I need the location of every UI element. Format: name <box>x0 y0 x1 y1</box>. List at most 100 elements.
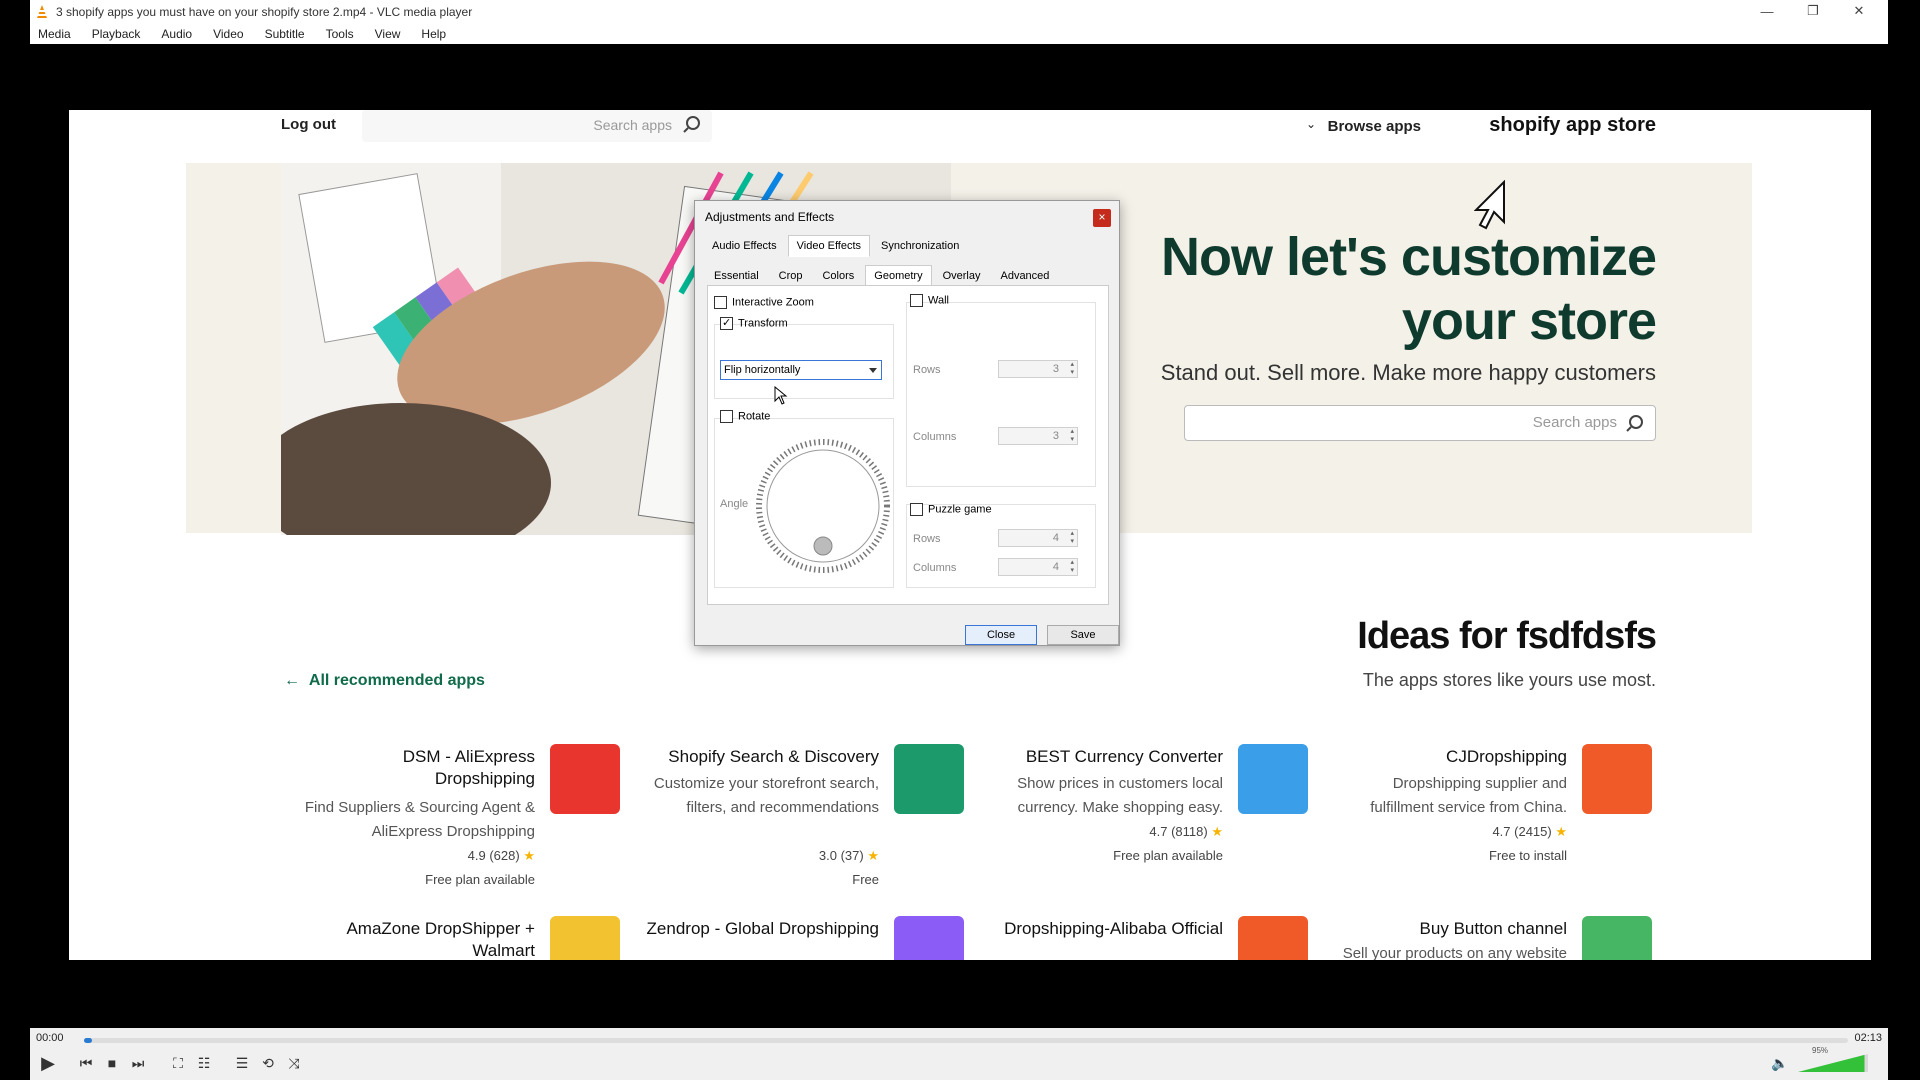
play-icon: ▶ <box>41 1052 55 1073</box>
restore-button[interactable]: ❐ <box>1790 0 1836 22</box>
hero-subtitle: Stand out. Sell more. Make more happy cu… <box>1160 360 1656 385</box>
interactive-zoom-option[interactable]: Interactive Zoom <box>714 296 814 309</box>
previous-icon: ⏮ <box>79 1054 93 1071</box>
adjustments-effects-dialog: Adjustments and Effects × Audio Effects … <box>694 200 1120 646</box>
app-name: Buy Button channel <box>1419 919 1567 938</box>
app-name: CJDropshipping <box>1446 747 1567 766</box>
app-desc: Sell your products on any website <box>1342 945 1567 960</box>
shuffle-button[interactable]: ⤨ <box>282 1052 306 1074</box>
menu-audio[interactable]: Audio <box>161 27 192 41</box>
loop-button[interactable]: ⟲ <box>256 1052 280 1074</box>
menu-media[interactable]: Media <box>38 27 71 41</box>
star-icon: ★ <box>867 848 879 863</box>
dialog-close-icon[interactable]: × <box>1093 209 1111 227</box>
shopify-logo: shopify app store <box>1489 114 1656 136</box>
angle-dial[interactable] <box>753 436 893 576</box>
all-recommended-label: All recommended apps <box>308 672 485 689</box>
chevron-down-icon: ⌄ <box>1305 117 1316 131</box>
app-name: Dropshipping-Alibaba Official <box>1004 919 1223 938</box>
transform-option[interactable]: Transform <box>720 316 788 330</box>
seek-bar-fill <box>84 1038 92 1043</box>
video-shopify-header: shopify app store Browse apps ⌄ Search a… <box>69 110 1871 158</box>
wall-group <box>906 302 1096 487</box>
menu-help[interactable]: Help <box>421 27 446 41</box>
app-icon <box>550 744 620 814</box>
star-icon: ★ <box>1555 824 1567 839</box>
tab-synchronization[interactable]: Synchronization <box>872 235 968 257</box>
subtab-overlay[interactable]: Overlay <box>934 265 990 287</box>
volume-slider[interactable]: 95% <box>1798 1046 1868 1072</box>
puzzle-columns-spinner[interactable]: 4 <box>998 558 1078 576</box>
tab-audio-effects[interactable]: Audio Effects <box>703 235 786 257</box>
fullscreen-button[interactable]: ⛶ <box>166 1052 190 1074</box>
playlist-button[interactable]: ☰ <box>230 1052 254 1074</box>
subtab-colors[interactable]: Colors <box>813 265 863 287</box>
menu-playback[interactable]: Playback <box>92 27 141 41</box>
puzzle-checkbox[interactable] <box>910 503 923 516</box>
wall-columns-spinner[interactable]: 3 <box>998 427 1078 445</box>
time-current: 00:00 <box>36 1032 64 1044</box>
menu-tools[interactable]: Tools <box>326 27 354 41</box>
menu-video[interactable]: Video <box>213 27 243 41</box>
app-name: Shopify Search & Discovery <box>668 747 879 766</box>
speaker-icon: 🔈 <box>1771 1054 1789 1071</box>
app-card: Zendrop - Global Dropshipping <box>644 916 964 960</box>
app-card: Shopify Search & Discovery Customize you… <box>644 744 964 894</box>
wall-label: Wall <box>928 294 949 307</box>
wall-checkbox[interactable] <box>910 294 923 307</box>
transform-select[interactable]: Flip horizontally <box>720 360 882 380</box>
subtab-crop[interactable]: Crop <box>770 265 812 287</box>
subtab-geometry[interactable]: Geometry <box>865 265 932 287</box>
subtab-essential[interactable]: Essential <box>705 265 768 287</box>
app-icon <box>894 744 964 814</box>
rotate-checkbox[interactable] <box>720 410 733 423</box>
app-rating-value: 4.7 (8118) <box>1149 824 1208 839</box>
wall-rows-spinner[interactable]: 3 <box>998 360 1078 378</box>
main-tabs: Audio Effects Video Effects Synchronizat… <box>703 235 970 257</box>
extended-settings-button[interactable]: ☷ <box>192 1052 216 1074</box>
interactive-zoom-checkbox[interactable] <box>714 296 727 309</box>
app-price: Free plan available <box>425 872 535 887</box>
app-price: Free to install <box>1488 848 1567 863</box>
menu-view[interactable]: View <box>375 27 401 41</box>
vlc-cone-icon <box>37 5 47 18</box>
next-icon: ⏭ <box>131 1054 145 1071</box>
app-icon <box>1238 916 1308 960</box>
app-icon <box>550 916 620 960</box>
header-search-box: Search apps <box>362 110 712 142</box>
tab-video-effects[interactable]: Video Effects <box>787 235 871 257</box>
fullscreen-icon: ⛶ <box>173 1054 183 1071</box>
rotate-option[interactable]: Rotate <box>720 410 770 423</box>
app-rating-value: 3.0 (37) <box>818 848 864 863</box>
app-price: Free <box>852 872 879 887</box>
play-button[interactable]: ▶ <box>36 1052 60 1074</box>
search-icon <box>1626 415 1643 432</box>
minimize-button[interactable]: — <box>1744 0 1790 22</box>
puzzle-option[interactable]: Puzzle game <box>910 503 992 516</box>
title-bar: 3 shopify apps you must have on your sho… <box>30 0 1888 24</box>
angle-label: Angle <box>720 498 749 510</box>
transform-select-value: Flip horizontally <box>724 364 801 376</box>
mute-button[interactable]: 🔈 <box>1768 1052 1792 1074</box>
stop-button[interactable]: ■ <box>100 1052 124 1074</box>
app-name: AmaZone DropShipper + Walmart <box>346 919 535 960</box>
menu-subtitle[interactable]: Subtitle <box>265 27 305 41</box>
volume-value: 95% <box>1812 1046 1829 1055</box>
app-card: CJDropshipping Dropshipping supplier and… <box>1332 744 1652 894</box>
save-button[interactable]: Save <box>1047 625 1119 645</box>
seek-bar[interactable] <box>84 1038 1848 1043</box>
previous-button[interactable]: ⏮ <box>74 1052 98 1074</box>
next-button[interactable]: ⏭ <box>126 1052 150 1074</box>
wall-option[interactable]: Wall <box>910 294 949 307</box>
interactive-zoom-label: Interactive Zoom <box>732 296 814 309</box>
puzzle-rows-spinner[interactable]: 4 <box>998 529 1078 547</box>
transform-checkbox[interactable] <box>720 316 733 330</box>
header-search-placeholder: Search apps <box>593 117 672 133</box>
app-icon <box>1582 916 1652 960</box>
close-button[interactable]: Close <box>965 625 1037 645</box>
close-window-button[interactable]: ✕ <box>1836 0 1882 22</box>
rotate-label: Rotate <box>738 410 771 423</box>
subtab-advanced[interactable]: Advanced <box>991 265 1058 287</box>
hero-title: Now let's customize your store <box>1161 225 1657 353</box>
app-name: Zendrop - Global Dropshipping <box>646 919 879 938</box>
